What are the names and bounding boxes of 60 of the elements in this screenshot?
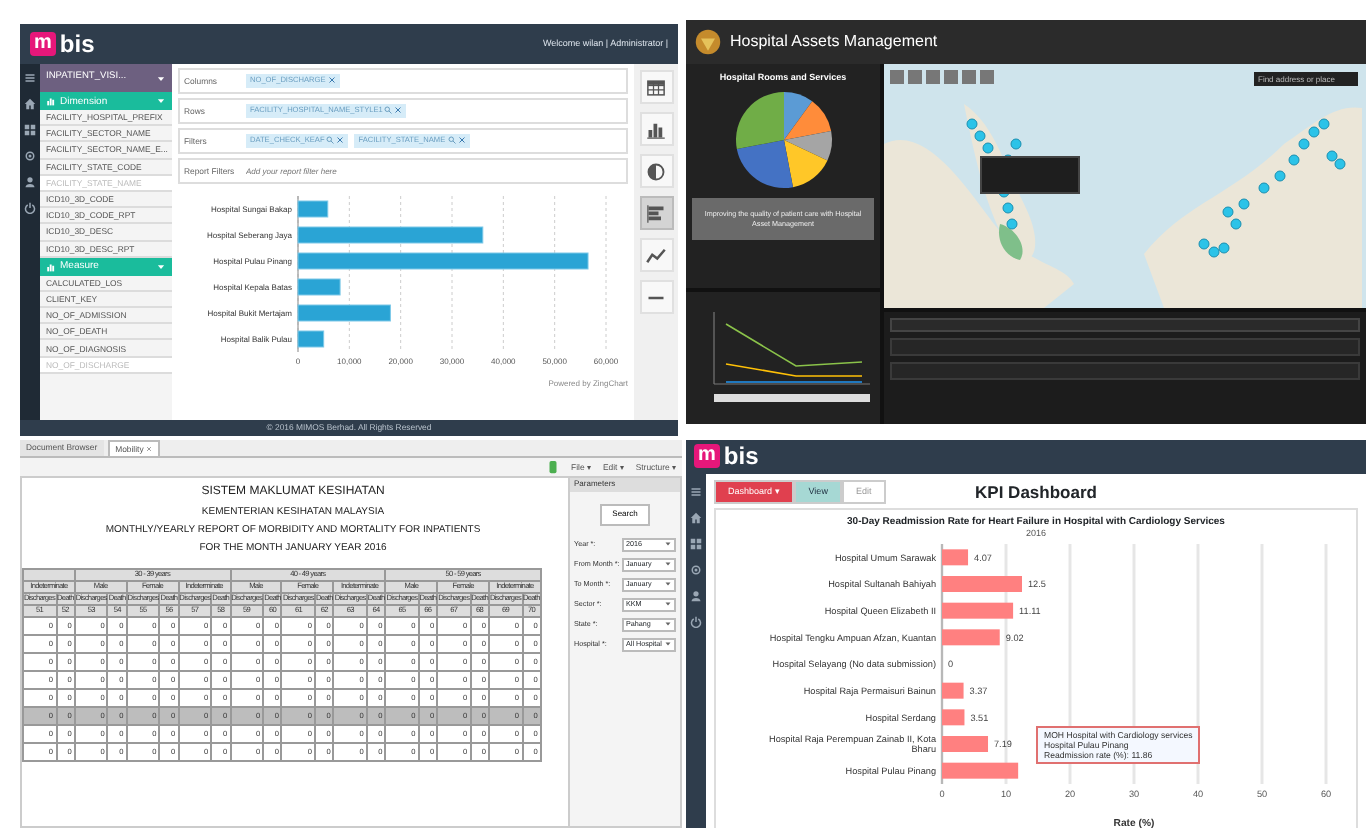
bar bbox=[297, 330, 325, 348]
search-icon[interactable] bbox=[384, 106, 393, 115]
close-icon[interactable] bbox=[457, 136, 466, 145]
menu-icon[interactable] bbox=[690, 486, 702, 498]
line-chart-icon bbox=[646, 245, 666, 265]
user-icon[interactable] bbox=[24, 176, 36, 188]
close-icon[interactable] bbox=[336, 136, 345, 145]
caret-icon bbox=[664, 640, 672, 649]
caret-icon bbox=[664, 540, 672, 549]
settings-icon[interactable] bbox=[690, 564, 702, 576]
bar bbox=[942, 710, 965, 727]
bar bbox=[297, 200, 329, 218]
caret-icon bbox=[156, 73, 166, 83]
chart-type-button[interactable] bbox=[639, 196, 673, 230]
bar bbox=[942, 576, 1022, 593]
bar-chart-icon bbox=[646, 119, 666, 139]
logo: m bis bbox=[30, 29, 95, 59]
app-title: Hospital Assets Management bbox=[730, 32, 938, 52]
pie-chart-icon bbox=[646, 161, 666, 181]
bar bbox=[297, 278, 341, 296]
power-icon[interactable] bbox=[24, 202, 36, 214]
bar bbox=[942, 630, 1000, 647]
close-icon[interactable] bbox=[327, 76, 336, 85]
chart-type-button[interactable] bbox=[639, 280, 673, 314]
chart-type-button[interactable] bbox=[639, 154, 673, 188]
logo: m bis bbox=[694, 442, 759, 472]
chart-type-button[interactable] bbox=[639, 70, 673, 104]
home-icon[interactable] bbox=[24, 98, 36, 110]
caret-icon bbox=[664, 620, 672, 629]
grid-icon[interactable] bbox=[24, 124, 36, 136]
bar bbox=[942, 763, 1019, 780]
page-title: KPI Dashboard bbox=[975, 481, 1097, 503]
bar bbox=[942, 683, 964, 700]
grid-icon[interactable] bbox=[690, 538, 702, 550]
table-icon bbox=[646, 77, 666, 97]
horizontal-bar-chart-icon bbox=[646, 203, 666, 223]
bar bbox=[297, 304, 391, 322]
user-icon[interactable] bbox=[690, 590, 702, 602]
menu-icon[interactable] bbox=[24, 72, 36, 84]
close-icon[interactable] bbox=[394, 106, 403, 115]
bar bbox=[942, 603, 1014, 620]
power-icon[interactable] bbox=[690, 616, 702, 628]
chart-icon bbox=[46, 96, 56, 106]
pie-chart bbox=[735, 92, 831, 189]
map-popup bbox=[980, 156, 1080, 194]
caret-icon bbox=[664, 580, 672, 589]
home-icon[interactable] bbox=[690, 512, 702, 524]
settings-icon[interactable] bbox=[24, 150, 36, 162]
bar bbox=[942, 550, 969, 567]
bar bbox=[942, 736, 988, 753]
crest-icon bbox=[694, 28, 722, 56]
caret-icon bbox=[664, 600, 672, 609]
chart-type-button[interactable] bbox=[639, 112, 673, 146]
search-icon[interactable] bbox=[326, 136, 335, 145]
caret-icon bbox=[664, 560, 672, 569]
search-icon[interactable] bbox=[447, 136, 456, 145]
chart-type-button[interactable] bbox=[639, 238, 673, 272]
chart-icon bbox=[46, 261, 56, 272]
indicator-icon[interactable] bbox=[545, 460, 560, 474]
close-icon[interactable] bbox=[145, 446, 152, 452]
